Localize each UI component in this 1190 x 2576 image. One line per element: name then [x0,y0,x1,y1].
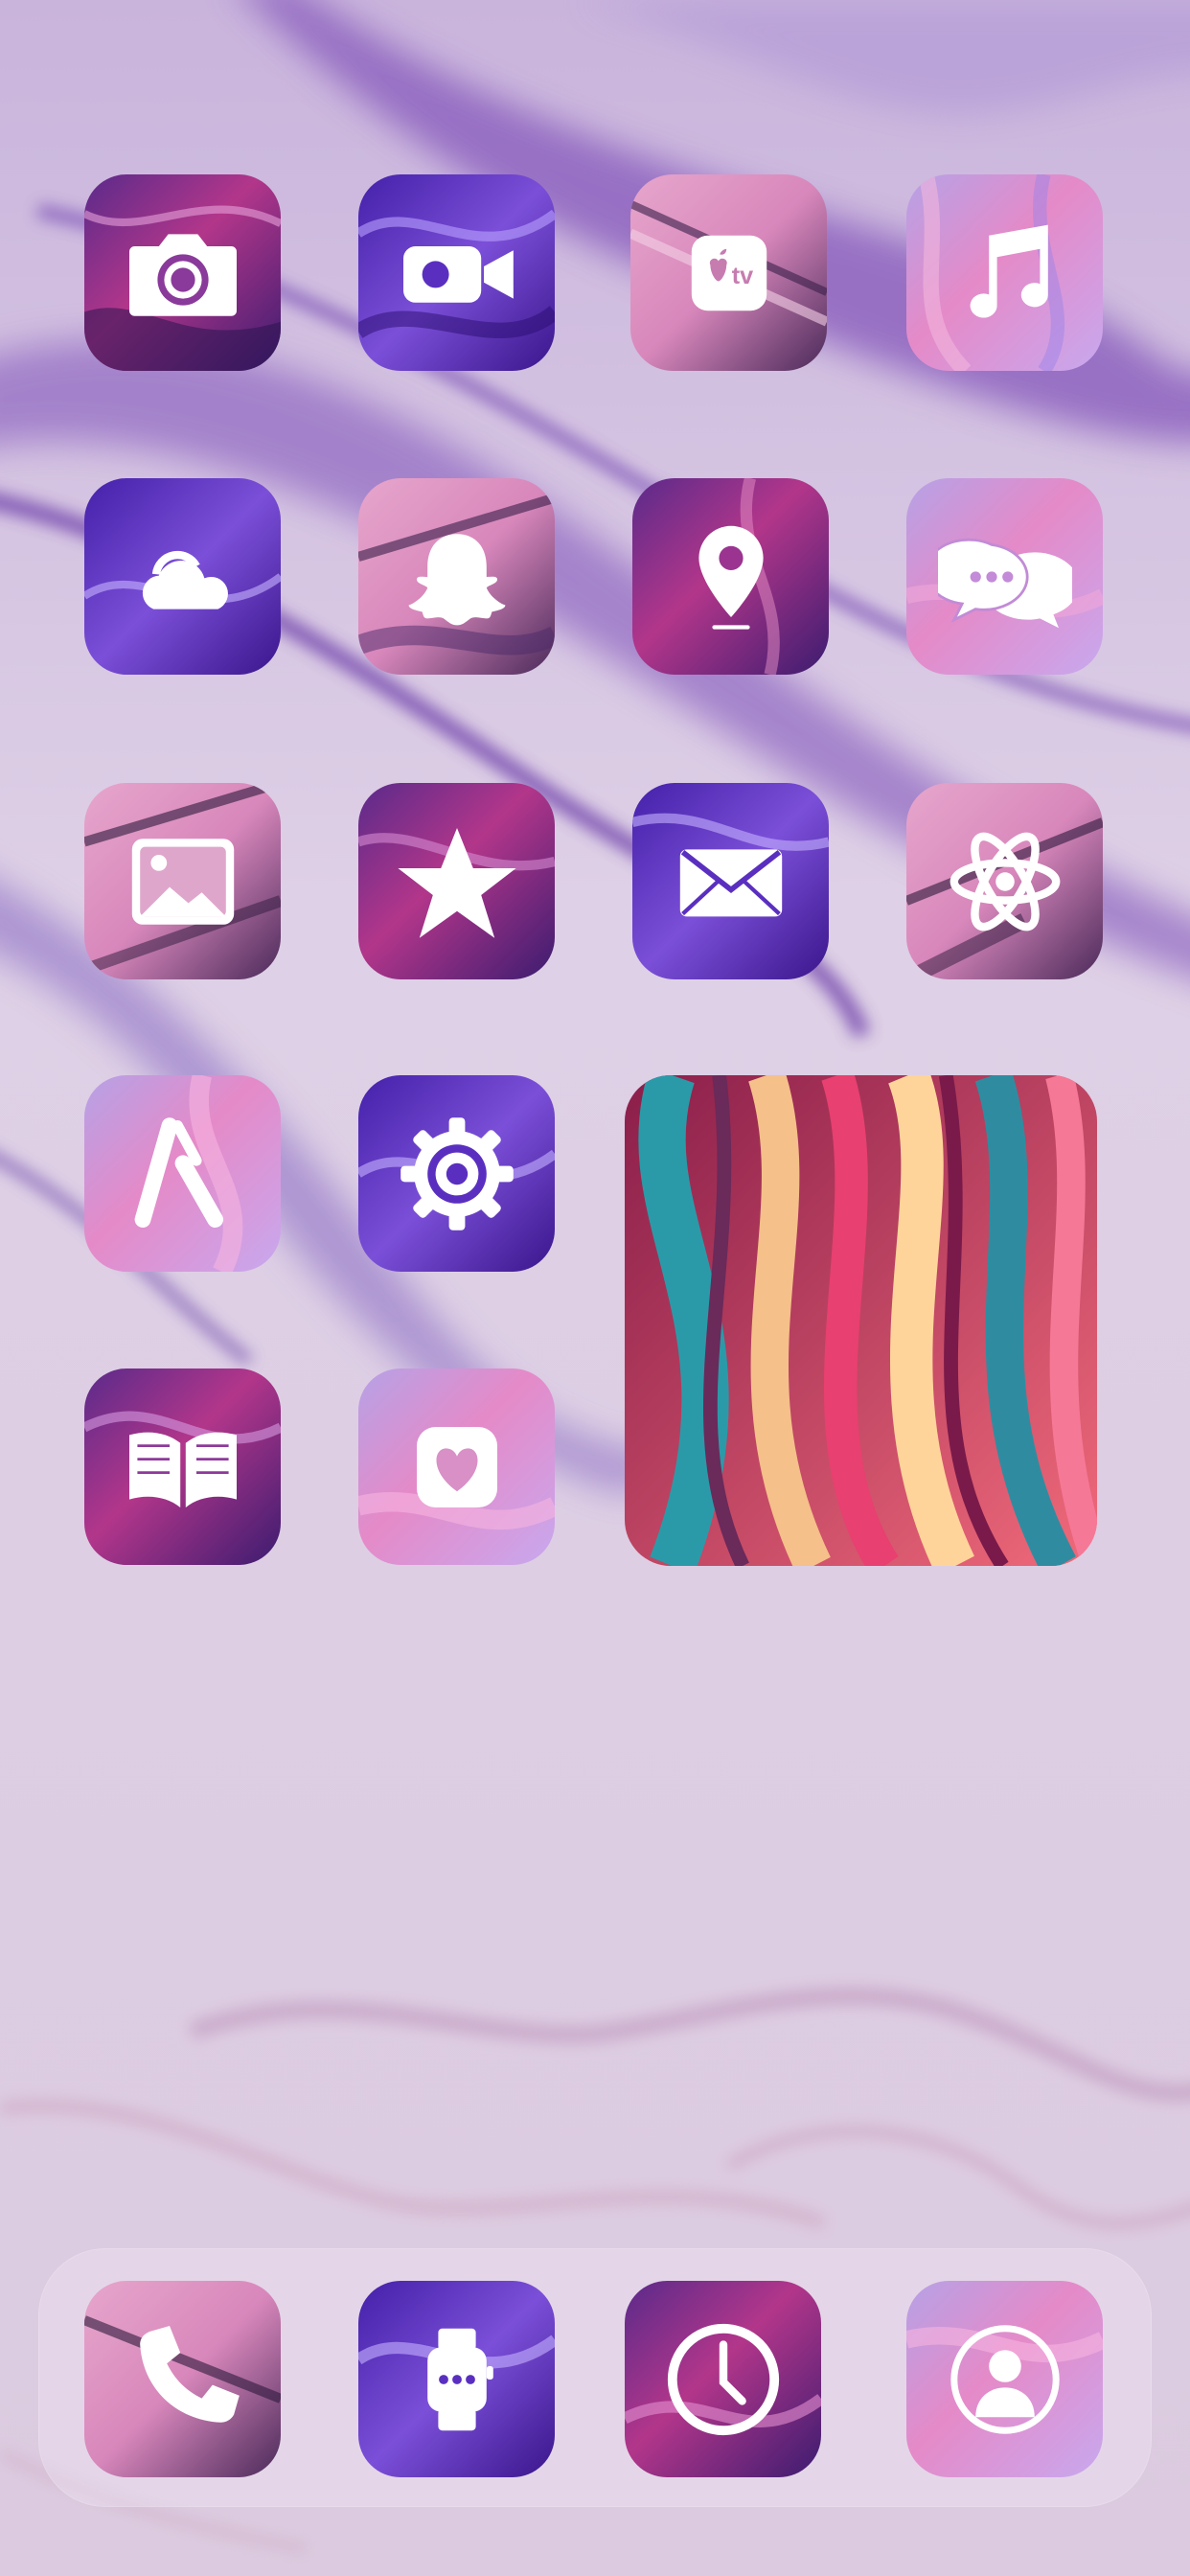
facetime-app-icon[interactable] [358,174,555,371]
phone-app-icon[interactable] [84,2281,281,2477]
app-store-icon [134,1116,223,1228]
camera-app-icon[interactable] [84,174,281,371]
envelope-icon [679,848,782,916]
clock-icon [667,2323,779,2435]
watch-app-icon[interactable] [358,2281,555,2477]
ghost-icon [408,533,505,625]
apple-tv-icon: tv [691,235,767,310]
gear-icon [400,1116,514,1230]
location-pin-icon [698,525,764,630]
settings-app-icon[interactable] [358,1075,555,1272]
star-icon [397,827,516,938]
fluid-art-image [625,1075,1097,1566]
react-app-icon[interactable] [906,783,1103,979]
cloud-sun-icon [142,550,228,610]
contacts-app-icon[interactable] [906,2281,1103,2477]
chat-bubbles-icon [937,538,1072,628]
photo-widget[interactable] [625,1075,1097,1566]
atom-icon [950,832,1060,931]
messages-app-icon[interactable] [906,478,1103,675]
health-app-icon[interactable] [358,1368,555,1565]
app-store-app-icon[interactable] [84,1075,281,1272]
camera-icon [128,233,237,316]
itunes-store-app-icon[interactable] [358,783,555,979]
maps-app-icon[interactable] [632,478,829,675]
svg-text:tv: tv [731,263,752,289]
photos-app-icon[interactable] [84,783,281,979]
books-app-icon[interactable] [84,1368,281,1565]
clock-app-icon[interactable] [625,2281,821,2477]
mail-app-icon[interactable] [632,783,829,979]
music-app-icon[interactable] [906,174,1103,371]
heart-icon [416,1426,497,1507]
weather-app-icon[interactable] [84,478,281,675]
snapchat-app-icon[interactable] [358,478,555,675]
video-camera-icon [402,245,514,303]
tv-app-icon[interactable]: tv [630,174,827,371]
person-icon [950,2324,1060,2434]
music-note-icon [970,224,1048,318]
watch-icon [426,2328,493,2430]
phone-icon [139,2325,240,2423]
open-book-icon [128,1432,237,1507]
image-icon [131,838,234,925]
